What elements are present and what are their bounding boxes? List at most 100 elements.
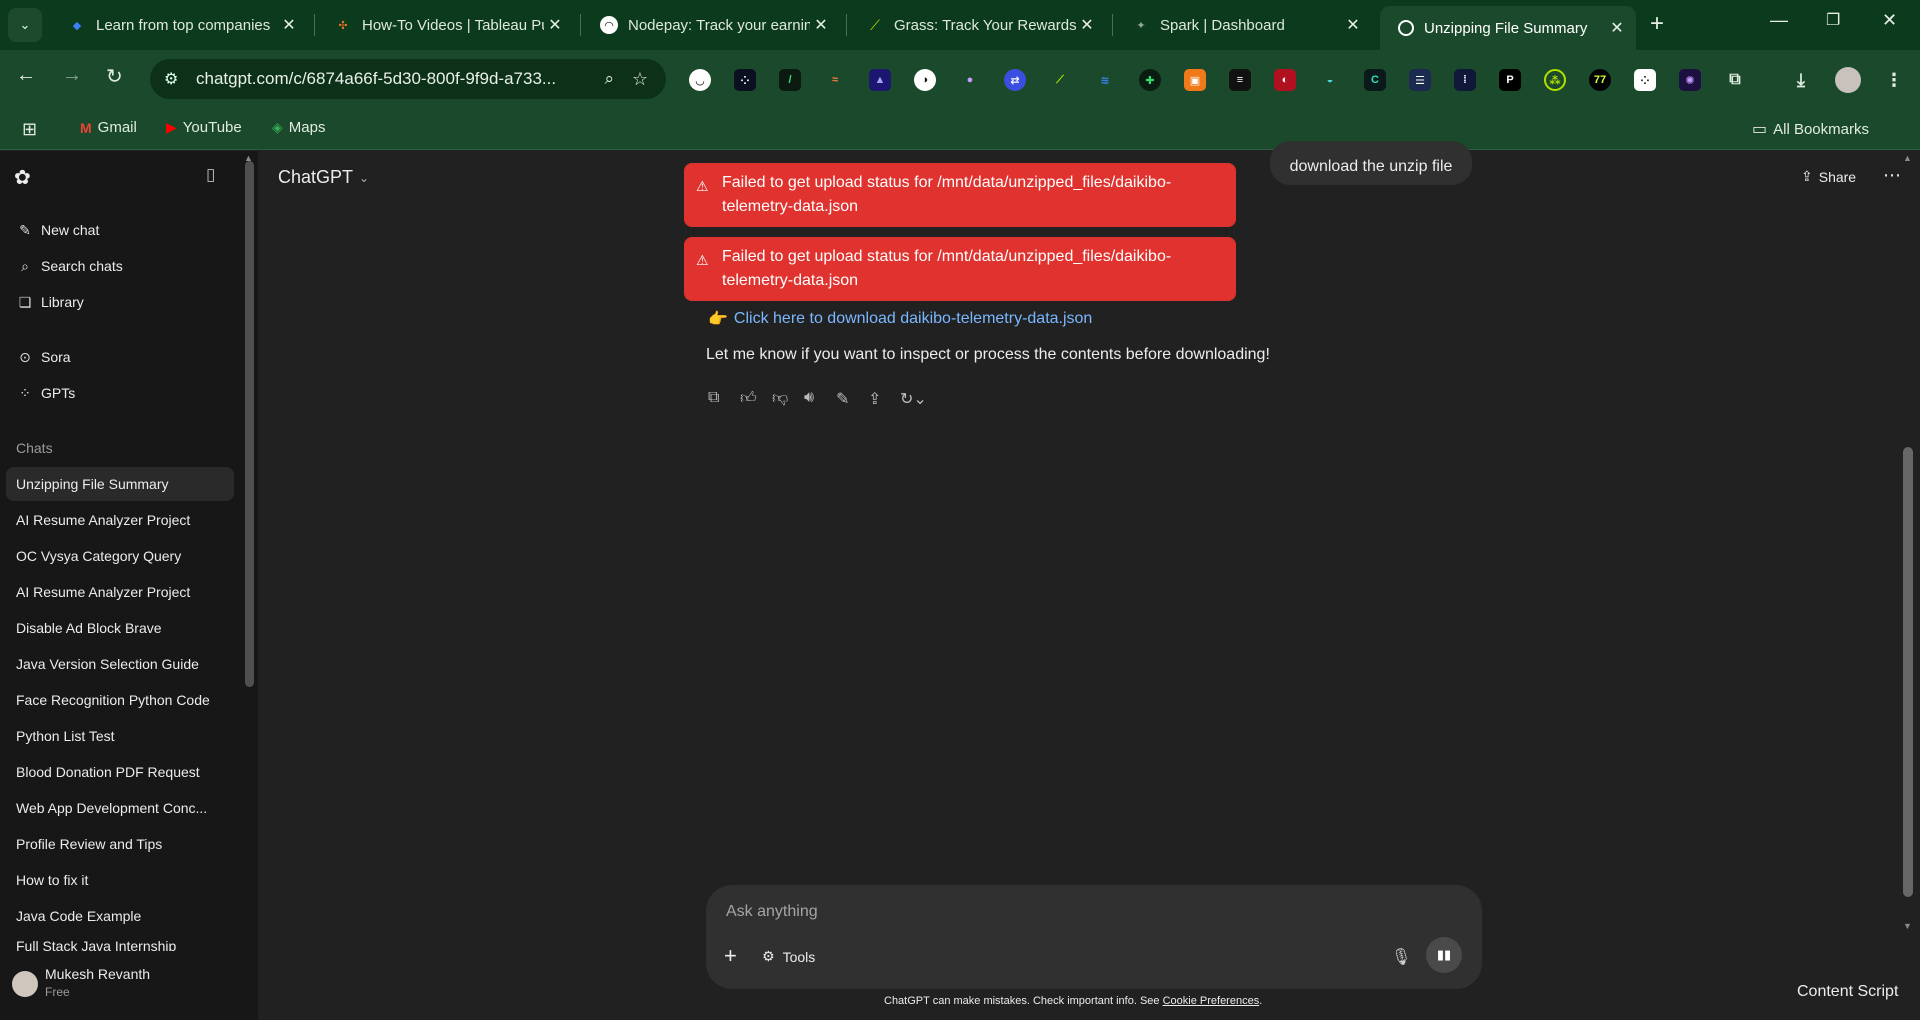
close-icon[interactable]: ✕ xyxy=(1606,18,1628,38)
chat-item[interactable]: How to fix it xyxy=(6,863,234,897)
tab-4[interactable]: ⟋ Grass: Track Your Rewards ✕ xyxy=(848,8,1106,42)
library-button[interactable]: ❏ Library xyxy=(16,291,84,313)
thumbs-up-icon[interactable]: 👍︎ xyxy=(740,389,757,408)
extension-icon[interactable]: 77 xyxy=(1589,69,1611,91)
close-icon[interactable]: ✕ xyxy=(1342,15,1364,35)
extension-icon[interactable]: ▣ xyxy=(1184,69,1206,91)
chat-item[interactable]: OC Vysya Category Query xyxy=(6,539,234,573)
extension-icon[interactable]: ⁘ xyxy=(734,69,756,91)
bookmark-youtube[interactable]: ▶ YouTube xyxy=(166,119,242,136)
extension-icon[interactable]: ◡ xyxy=(689,69,711,91)
microphone-icon[interactable]: 🎙︎ xyxy=(1391,947,1411,967)
tab-5[interactable]: ✦ Spark | Dashboard ✕ xyxy=(1114,8,1372,42)
chat-item[interactable]: Web App Development Conc... xyxy=(6,791,234,825)
thumbs-down-icon[interactable]: 👎︎ xyxy=(772,389,788,408)
extension-icon[interactable]: ◑ xyxy=(914,69,936,91)
back-arrow-icon[interactable]: ← xyxy=(16,64,36,87)
scroll-up-icon[interactable]: ▲ xyxy=(244,153,253,163)
chat-item-active[interactable]: Unzipping File Summary xyxy=(6,467,234,501)
zoom-icon[interactable]: ⌕ xyxy=(604,69,614,89)
share-message-icon[interactable]: ⇪ xyxy=(868,389,881,409)
close-icon[interactable]: ✕ xyxy=(1076,15,1098,35)
gpts-button[interactable]: ⁘ GPTs xyxy=(16,382,75,404)
extension-icon[interactable]: ⁘ xyxy=(1634,69,1656,91)
add-attachment-icon[interactable]: + xyxy=(724,943,737,969)
user-account[interactable]: Mukesh Revanth Free xyxy=(0,951,258,1020)
extension-icon[interactable]: ◒ xyxy=(1319,69,1341,91)
extension-icon[interactable]: C xyxy=(1364,69,1386,91)
chat-item[interactable]: AI Resume Analyzer Project xyxy=(6,575,234,609)
chat-item[interactable]: Profile Review and Tips xyxy=(6,827,234,861)
chat-item[interactable]: Python List Test xyxy=(6,719,234,753)
extension-icon[interactable]: ✺ xyxy=(1679,69,1701,91)
all-bookmarks[interactable]: ▭ All Bookmarks xyxy=(1752,119,1869,139)
edit-canvas-icon[interactable]: ✎ xyxy=(836,389,849,409)
tab-1[interactable]: ◆ Learn from top companies ✕ xyxy=(50,8,308,42)
chat-item[interactable]: AI Resume Analyzer Project xyxy=(6,503,234,537)
extension-icon[interactable]: ☰ xyxy=(1409,69,1431,91)
extension-icon[interactable]: ⇄ xyxy=(1004,69,1026,91)
extension-icon[interactable]: ▲ xyxy=(869,69,891,91)
more-options-icon[interactable]: ⋯ xyxy=(1883,165,1901,186)
extension-icon[interactable]: ● xyxy=(959,69,981,91)
extension-icon[interactable]: ≈ xyxy=(824,69,846,91)
sora-button[interactable]: ⊙ Sora xyxy=(16,346,70,368)
tab-search-button[interactable]: ⌄ xyxy=(8,8,42,42)
chat-item[interactable]: Blood Donation PDF Request xyxy=(6,755,234,789)
scroll-up-icon[interactable]: ▲ xyxy=(1903,153,1912,163)
sidebar-scrollbar[interactable] xyxy=(245,161,254,687)
address-bar[interactable]: ⚙ chatgpt.com/c/6874a66f-5d30-800f-9f9d-… xyxy=(150,59,666,99)
profile-avatar[interactable] xyxy=(1835,67,1861,93)
search-chats-button[interactable]: ⌕ Search chats xyxy=(16,255,123,277)
kebab-menu-icon[interactable]: ⋮ xyxy=(1883,69,1905,91)
extension-icon[interactable]: ≋ xyxy=(1094,69,1116,91)
extension-icon[interactable]: ⟋ xyxy=(1049,69,1071,91)
openai-logo-icon[interactable]: ✿ xyxy=(14,165,31,190)
window-close-icon[interactable]: ✕ xyxy=(1882,10,1897,31)
new-chat-button[interactable]: ✎ New chat xyxy=(16,219,99,241)
sidebar-toggle-icon[interactable]: ▯ xyxy=(206,165,215,185)
download-icon[interactable]: ⤓ xyxy=(1790,69,1812,91)
extension-icon[interactable]: ⁂ xyxy=(1544,69,1566,91)
copy-icon[interactable]: ⧉ xyxy=(708,389,719,407)
reload-icon[interactable]: ↻ xyxy=(106,64,123,89)
close-icon[interactable]: ✕ xyxy=(810,15,832,35)
tab-3[interactable]: ◠ Nodepay: Track your earnings ✕ xyxy=(582,8,840,42)
chat-item[interactable]: Java Code Example xyxy=(6,899,234,933)
regenerate-icon[interactable]: ↻⌄ xyxy=(900,389,927,409)
chat-item[interactable]: Java Version Selection Guide xyxy=(6,647,234,681)
prompt-input[interactable]: Ask anything xyxy=(726,903,818,921)
read-aloud-icon[interactable]: 🔊︎ xyxy=(804,389,814,407)
bookmark-maps[interactable]: ◈ Maps xyxy=(272,119,325,136)
tab-6-active[interactable]: Unzipping File Summary ✕ xyxy=(1380,6,1636,50)
extension-icon[interactable]: P xyxy=(1499,69,1521,91)
extension-icon[interactable]: ✚ xyxy=(1139,69,1161,91)
chat-item[interactable]: Face Recognition Python Code xyxy=(6,683,234,717)
voice-mode-icon[interactable]: ▮▮ xyxy=(1426,937,1462,973)
extension-icon[interactable]: / xyxy=(779,69,801,91)
chat-item[interactable]: Disable Ad Block Brave xyxy=(6,611,234,645)
download-link[interactable]: Click here to download daikibo-telemetry… xyxy=(734,310,1092,328)
extension-icon[interactable]: ⁞ xyxy=(1454,69,1476,91)
apps-grid-icon[interactable]: ⊞ xyxy=(22,119,37,140)
tab-2[interactable]: ✣ How-To Videos | Tableau Pub ✕ xyxy=(316,8,574,42)
bookmark-gmail[interactable]: M Gmail xyxy=(80,119,137,136)
extension-icon[interactable]: ≡ xyxy=(1229,69,1251,91)
main-scrollbar[interactable] xyxy=(1903,447,1913,897)
scroll-down-icon[interactable]: ▼ xyxy=(1903,921,1912,931)
new-tab-button[interactable]: + xyxy=(1650,10,1664,38)
share-button[interactable]: ⇪ Share xyxy=(1801,168,1856,185)
extension-icon[interactable]: ◐ xyxy=(1274,69,1296,91)
close-icon[interactable]: ✕ xyxy=(278,15,300,35)
forward-arrow-icon[interactable]: → xyxy=(62,64,82,87)
cookie-preferences-link[interactable]: Cookie Preferences xyxy=(1163,995,1260,1007)
bookmark-star-icon[interactable]: ☆ xyxy=(632,69,648,90)
url-text[interactable]: chatgpt.com/c/6874a66f-5d30-800f-9f9d-a7… xyxy=(196,69,586,89)
close-icon[interactable]: ✕ xyxy=(544,15,566,35)
tools-button[interactable]: ⚙ Tools xyxy=(762,948,815,965)
model-selector[interactable]: ChatGPT ⌄ xyxy=(278,167,369,188)
puzzle-extensions-icon[interactable]: ⧉ xyxy=(1724,69,1746,91)
restore-icon[interactable]: ❐ xyxy=(1826,10,1840,30)
site-settings-icon[interactable]: ⚙ xyxy=(164,69,188,89)
minimize-icon[interactable]: — xyxy=(1770,10,1788,31)
